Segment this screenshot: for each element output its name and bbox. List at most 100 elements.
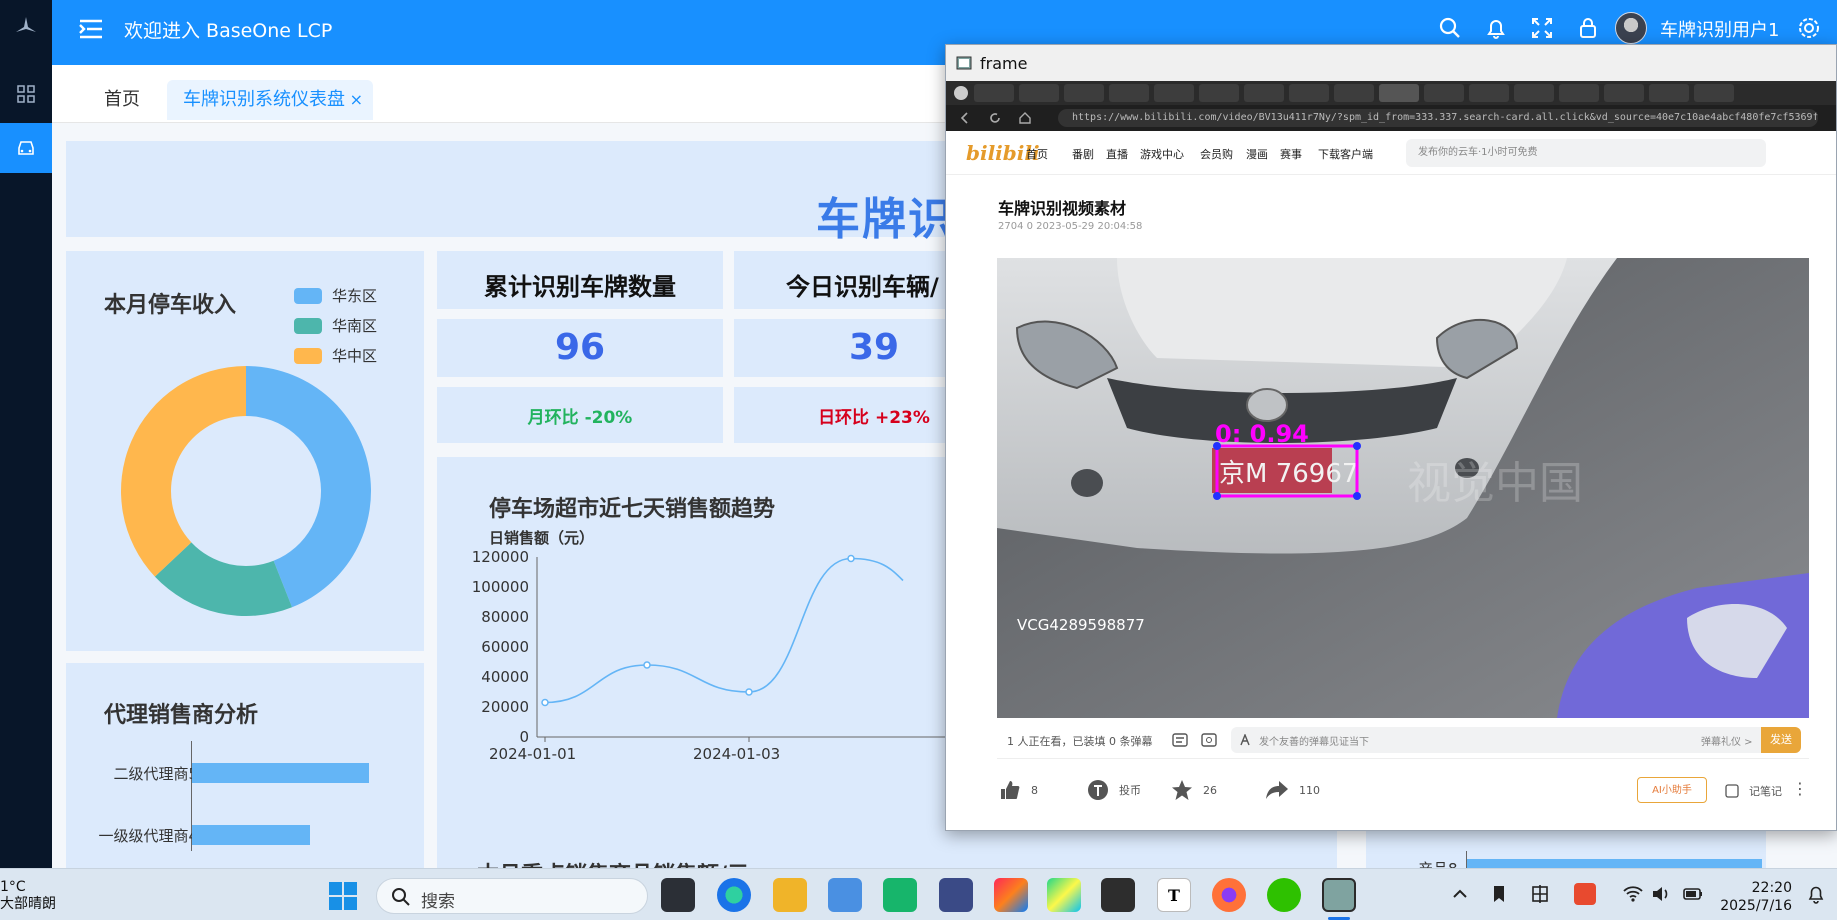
frame-titlebar[interactable]: frame [946, 45, 1836, 81]
browser-tab[interactable] [1244, 84, 1284, 102]
bilibili-search-input[interactable]: 发布你的云车·1小时可免费 [1406, 139, 1766, 167]
agent-bar[interactable] [192, 825, 310, 845]
danmaku-bar: 1 人正在看，已装填 0 条弹幕 发个友善的弹幕见证当下 弹幕礼仪 > 发送 [997, 721, 1809, 759]
browser-tab[interactable] [1019, 84, 1059, 102]
avatar[interactable] [1615, 12, 1647, 44]
windows-start-icon[interactable] [328, 881, 358, 911]
terminal-icon[interactable] [1101, 878, 1135, 912]
nav-item[interactable]: 下载客户端 [1318, 146, 1373, 162]
system-clock[interactable]: 22:20 2025/7/16 [1718, 879, 1792, 915]
send-button[interactable]: 发送 [1761, 727, 1801, 753]
notification-bell-icon[interactable] [1805, 883, 1827, 905]
ime-icon[interactable] [1529, 883, 1551, 905]
video-player[interactable]: 京M 76967 0: 0.94 视觉中国 VCG4289598877 [997, 258, 1809, 718]
sidebar-item-vehicle[interactable] [0, 123, 52, 173]
browser-tab[interactable] [974, 84, 1014, 102]
star-icon [1172, 780, 1192, 800]
sidebar-item-apps[interactable] [0, 69, 52, 119]
nav-item[interactable]: 漫画 [1246, 146, 1268, 162]
legend-item-east[interactable]: 华东区 [294, 285, 377, 306]
file-explorer-icon[interactable] [773, 878, 807, 912]
firefox-icon[interactable] [1212, 878, 1246, 912]
feishu-icon[interactable] [828, 878, 862, 912]
agent-bar[interactable] [192, 763, 369, 783]
bing-icon[interactable] [939, 878, 973, 912]
browser-tab[interactable] [1649, 84, 1689, 102]
coin-button[interactable]: 投币 [1087, 779, 1141, 801]
chevron-up-icon[interactable] [1449, 883, 1471, 905]
url-input[interactable]: https://www.bilibili.com/video/BV13u411r… [1058, 109, 1818, 127]
pycharm-icon[interactable] [1047, 878, 1081, 912]
browser-tab[interactable] [1109, 84, 1149, 102]
browser-tab[interactable] [1424, 84, 1464, 102]
reload-icon[interactable] [988, 111, 1002, 125]
volume-icon[interactable] [1650, 883, 1672, 905]
car-icon [18, 141, 34, 155]
task-view-icon[interactable] [661, 878, 695, 912]
text-style-icon[interactable] [1239, 734, 1251, 746]
danmaku-etiquette-link[interactable]: 弹幕礼仪 > [1701, 733, 1753, 748]
nav-item[interactable]: 会员购 [1200, 146, 1233, 162]
edge-icon[interactable] [717, 878, 751, 912]
browser-tab[interactable] [1199, 84, 1239, 102]
taskbar-search[interactable]: 搜索 [376, 878, 648, 914]
browser-tab-active[interactable] [1379, 84, 1419, 102]
danmaku-input[interactable]: 发个友善的弹幕见证当下 弹幕礼仪 > 发送 [1231, 727, 1801, 753]
ai-assistant-button[interactable]: AI小助手 [1637, 777, 1707, 803]
browser-tab[interactable] [1559, 84, 1599, 102]
bell-icon[interactable] [1484, 16, 1508, 40]
data-point [541, 698, 549, 707]
wifi-icon[interactable] [1622, 883, 1644, 905]
close-icon[interactable]: × [350, 80, 363, 120]
danmaku-settings-icon[interactable] [1201, 732, 1217, 748]
danmaku-toggle-icon[interactable] [1172, 732, 1188, 748]
frame-window[interactable]: frame https://www.bilibili.com/video/BV1… [945, 44, 1837, 831]
back-icon[interactable] [958, 111, 972, 125]
nav-item[interactable]: 番剧 [1072, 146, 1094, 162]
tab-home[interactable]: 首页 [104, 80, 140, 120]
browser-tab[interactable] [1334, 84, 1374, 102]
search-icon[interactable] [1438, 16, 1462, 40]
browser-tab[interactable] [1469, 84, 1509, 102]
tab-dashboard[interactable]: 车牌识别系统仪表盘 × [167, 80, 373, 120]
danmaku-placeholder: 发个友善的弹幕见证当下 [1259, 737, 1369, 748]
share-button[interactable]: 110 [1265, 779, 1320, 801]
home-icon[interactable] [1018, 111, 1032, 125]
nav-item[interactable]: 赛事 [1280, 146, 1302, 162]
intellij-icon[interactable] [994, 878, 1028, 912]
fullscreen-icon[interactable] [1530, 16, 1554, 40]
app-tray-icon[interactable] [1574, 883, 1596, 905]
profile-icon[interactable] [954, 86, 968, 100]
settings-gear-icon[interactable] [1797, 16, 1821, 40]
username[interactable]: 车牌识别用户1 [1660, 16, 1779, 42]
battery-icon[interactable] [1682, 883, 1704, 905]
browser-tab[interactable] [1289, 84, 1329, 102]
app-logo-icon [0, 0, 52, 52]
nav-item[interactable]: 游戏中心 [1140, 146, 1184, 162]
browser-tab[interactable] [1064, 84, 1104, 102]
browser-tab[interactable] [1154, 84, 1194, 102]
browser-tab[interactable] [1604, 84, 1644, 102]
menu-toggle-icon[interactable] [76, 14, 106, 44]
kpi-title: 今日识别车辆/ [786, 273, 939, 301]
weather-widget[interactable]: 1°C 大部晴朗 [0, 879, 56, 913]
notes-button[interactable]: 记笔记 [1725, 783, 1782, 799]
store-bag-icon[interactable] [883, 878, 917, 912]
app-title: 欢迎进入 BaseOne LCP [124, 20, 333, 42]
bookmark-icon[interactable] [1488, 883, 1510, 905]
video-actions: 8 投币 26 110 AI小助手 记笔记 ⋮ [997, 771, 1809, 811]
favorite-button[interactable]: 26 [1171, 779, 1217, 801]
typora-icon[interactable]: T [1157, 878, 1191, 912]
legend-item-south[interactable]: 华南区 [294, 315, 377, 336]
nav-item[interactable]: 直播 [1106, 146, 1128, 162]
coin-label: 投币 [1119, 784, 1141, 797]
lock-icon[interactable] [1576, 16, 1600, 40]
browser-tab[interactable] [1514, 84, 1554, 102]
nav-item[interactable]: 首页 [1026, 146, 1048, 162]
more-icon[interactable]: ⋮ [1792, 779, 1808, 798]
like-button[interactable]: 8 [999, 779, 1038, 801]
wechat-icon[interactable] [1267, 878, 1301, 912]
browser-tab[interactable] [1694, 84, 1734, 102]
donut-slice-2[interactable] [121, 366, 246, 577]
frame-app-icon[interactable] [1322, 878, 1356, 912]
